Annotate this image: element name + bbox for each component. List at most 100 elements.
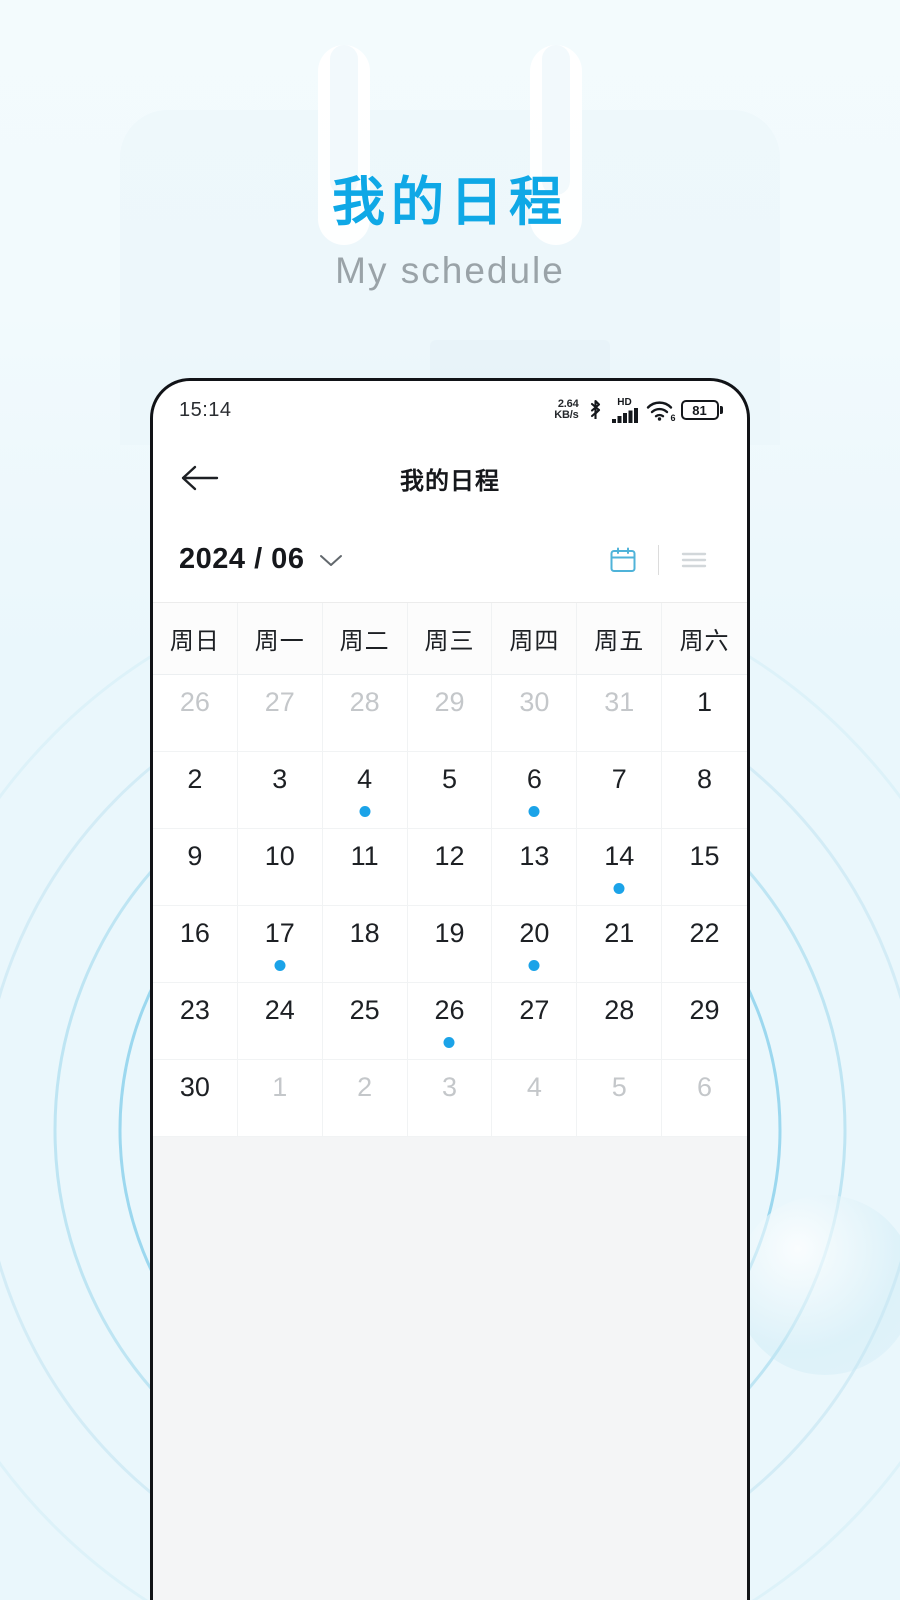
calendar-day-number: 16 [179,918,210,948]
calendar-day-number: 25 [349,995,380,1025]
calendar-day-number: 30 [519,687,550,717]
calendar-day-cell[interactable]: 4 [492,1060,578,1137]
calendar-day-cell[interactable]: 11 [322,829,408,906]
calendar-day-cell[interactable]: 26 [407,983,493,1060]
weekday-0: 周日 [153,603,238,674]
calendar-day-cell[interactable]: 21 [577,906,663,983]
weekday-4: 周四 [492,603,578,674]
calendar-day-number: 5 [611,1072,627,1102]
back-arrow-icon [181,465,219,491]
calendar-day-cell[interactable]: 13 [492,829,578,906]
calendar-view-button[interactable] [596,545,650,575]
calendar-icon [610,547,636,572]
calendar-day-number: 5 [441,764,457,794]
calendar-day-number: 21 [604,918,635,948]
calendar-day-cell[interactable]: 23 [153,983,238,1060]
calendar-day-cell[interactable]: 29 [662,983,747,1060]
calendar-day-number: 11 [350,841,379,871]
bluetooth-icon [590,399,600,419]
calendar-day-number: 2 [187,764,203,794]
calendar-day-number: 1 [272,1072,288,1102]
calendar-day-cell[interactable]: 14 [577,829,663,906]
calendar-day-cell[interactable]: 15 [662,829,747,906]
event-indicator-dot [613,883,625,894]
calendar-day-cell[interactable]: 5 [577,1060,663,1137]
calendar-day-number: 9 [187,841,203,871]
calendar-day-number: 20 [519,918,550,948]
calendar-day-number: 2 [357,1072,373,1102]
calendar-day-number: 4 [357,764,373,794]
calendar-day-number: 1 [697,687,713,717]
calendar-day-cell[interactable]: 27 [237,675,323,752]
calendar-day-number: 6 [526,764,542,794]
calendar-day-cell[interactable]: 2 [153,752,238,829]
calendar-day-number: 12 [434,841,465,871]
calendar-day-number: 31 [604,687,635,717]
month-selector-bar: 2024 / 06 [153,517,747,603]
calendar-day-number: 13 [519,841,550,871]
calendar-day-cell[interactable]: 3 [237,752,323,829]
calendar-day-cell[interactable]: 29 [407,675,493,752]
calendar-day-cell[interactable]: 18 [322,906,408,983]
wifi-icon [646,400,672,421]
calendar-day-cell[interactable]: 25 [322,983,408,1060]
calendar-day-cell[interactable]: 8 [662,752,747,829]
calendar-day-cell[interactable]: 28 [322,675,408,752]
background-bubble [735,1195,900,1375]
calendar-day-cell[interactable]: 27 [492,983,578,1060]
promo-screenshot: 我的日程 My schedule 15:14 2.64 KB/s HD 6 81… [0,0,900,1600]
calendar-day-cell[interactable]: 20 [492,906,578,983]
calendar-day-cell[interactable]: 19 [407,906,493,983]
calendar-day-number: 19 [434,918,465,948]
status-time: 15:14 [179,398,232,421]
weekday-3: 周三 [408,603,493,674]
calendar-day-number: 24 [264,995,295,1025]
calendar-day-cell[interactable]: 2 [322,1060,408,1137]
calendar-day-cell[interactable]: 12 [407,829,493,906]
calendar-day-cell[interactable]: 1 [662,675,747,752]
event-indicator-dot [528,806,540,817]
calendar-day-number: 22 [689,918,720,948]
event-indicator-dot [274,960,286,971]
calendar-day-cell[interactable]: 1 [237,1060,323,1137]
event-indicator-dot [359,806,371,817]
calendar-grid: 26 27 28 29 30 31 1 2 3 4 5 6 7 8 9 10 11 12 13 14 15 16 17 18 1… [153,675,747,1137]
calendar-day-cell[interactable]: 6 [662,1060,747,1137]
calendar-day-cell[interactable]: 7 [577,752,663,829]
calendar-day-number: 10 [264,841,295,871]
network-speed: 2.64 KB/s [554,399,578,421]
calendar-day-number: 27 [264,687,295,717]
action-divider [658,544,659,575]
calendar-day-number: 7 [611,764,627,794]
calendar-day-cell[interactable]: 22 [662,906,747,983]
calendar-day-cell[interactable]: 4 [322,752,408,829]
calendar-day-cell[interactable]: 26 [153,675,238,752]
calendar-day-cell[interactable]: 5 [407,752,493,829]
phone-mockup: 15:14 2.64 KB/s HD 6 81 我的日程 2024 / 06 周… [150,378,750,1600]
app-nav-bar: 我的日程 [153,439,747,517]
calendar-day-cell[interactable]: 16 [153,906,238,983]
calendar-day-cell[interactable]: 6 [492,752,578,829]
calendar-day-number: 3 [441,1072,457,1102]
calendar-day-number: 15 [689,841,720,871]
event-indicator-dot [443,1037,455,1048]
calendar-day-number: 14 [604,841,635,871]
calendar-day-cell[interactable]: 17 [237,906,323,983]
calendar-day-cell[interactable]: 30 [153,1060,238,1137]
month-label: 2024 / 06 [179,543,305,575]
calendar-day-number: 6 [697,1072,713,1102]
calendar-day-cell[interactable]: 10 [237,829,323,906]
calendar-day-cell[interactable]: 9 [153,829,238,906]
event-indicator-dot [528,960,540,971]
schedule-list-area [153,1137,747,1600]
calendar-day-cell[interactable]: 28 [577,983,663,1060]
list-view-button[interactable] [667,545,721,575]
calendar-day-number: 18 [349,918,380,948]
calendar-day-cell[interactable]: 31 [577,675,663,752]
back-button[interactable] [179,456,223,500]
calendar-day-cell[interactable]: 3 [407,1060,493,1137]
calendar-day-cell[interactable]: 24 [237,983,323,1060]
status-bar: 15:14 2.64 KB/s HD 6 81 [153,381,747,439]
calendar-day-cell[interactable]: 30 [492,675,578,752]
month-dropdown[interactable]: 2024 / 06 [179,543,344,576]
